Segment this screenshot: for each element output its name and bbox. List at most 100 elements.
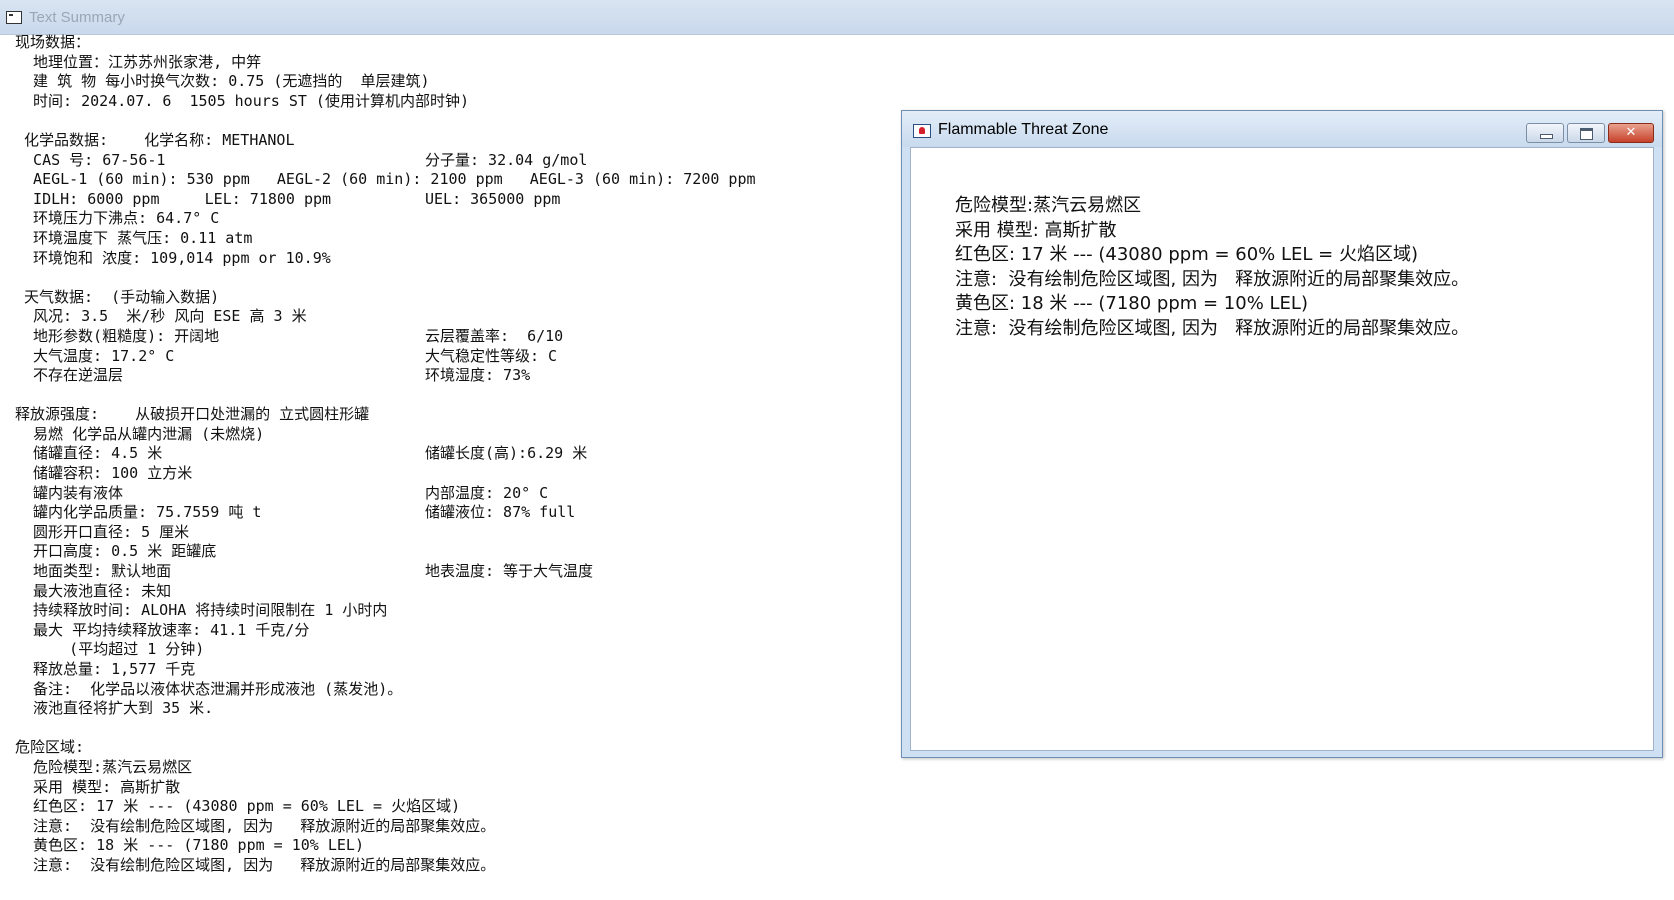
summary-line-text: 罐内装有液体 (15, 483, 124, 502)
text-summary-body: 现场数据： 地理位置：江苏苏州张家港, 中笄 建 筑 物 每小时换气次数: 0.… (15, 33, 895, 876)
summary-line-text: 储罐容积: 100 立方米 (15, 464, 193, 483)
summary-line: IDLH: 6000 ppm LEL: 71800 ppm UEL: 365000… (15, 190, 895, 210)
summary-line-text: 环境压力下沸点: 64.7° C (15, 209, 220, 228)
summary-line-col2: 储罐液位: 87% full (425, 503, 576, 522)
summary-line-col2: 地表温度: 等于大气温度 (425, 562, 594, 581)
summary-line-text: 危险区域: (15, 738, 85, 757)
summary-line: 环境饱和 浓度: 109,014 ppm or 10.9% (15, 249, 895, 269)
summary-line: 危险区域: (15, 738, 895, 758)
summary-line-col2: 云层覆盖率: 6/10 (425, 326, 564, 345)
summary-line-text: IDLH: 6000 ppm LEL: 71800 ppm (15, 189, 332, 208)
summary-line-text: 地面类型: 默认地面 (15, 562, 172, 581)
summary-line: 现场数据： (15, 33, 895, 53)
summary-line-text: 持续释放时间: ALOHA 将持续时间限制在 1 小时内 (15, 601, 388, 620)
app-icon (6, 11, 22, 24)
summary-line-text: 天气数据: (手动输入数据) (15, 287, 220, 306)
summary-line-text: 黄色区: 18 米 --- (7180 ppm = 10% LEL) (15, 836, 364, 855)
maximize-button[interactable] (1567, 123, 1605, 143)
summary-line: 地面类型: 默认地面 地表温度: 等于大气温度 (15, 562, 895, 582)
summary-line-col2: 分子量: 32.04 g/mol (425, 150, 588, 169)
summary-line-text: 地理位置：江苏苏州张家港, 中笄 (15, 52, 262, 71)
threat-zone-text: 危险模型:蒸汽云易燃区 采用 模型: 高斯扩散红色区: 17 米 --- (430… (955, 194, 1469, 341)
threat-zone-line: 红色区: 17 米 --- (43080 ppm = 60% LEL = 火焰区… (955, 244, 1418, 265)
threat-zone-line: 注意: 没有绘制危险区域图, 因为 释放源附近的局部聚集效应。 (955, 268, 1470, 290)
summary-line-col2: 储罐长度(高):6.29 米 (425, 444, 588, 463)
summary-line: (平均超过 1 分钟) (15, 640, 895, 660)
threat-window-title: Flammable Threat Zone (938, 121, 1109, 138)
summary-line-col2: UEL: 365000 ppm (425, 189, 561, 208)
summary-line-text: 最大 平均持续释放速率: 41.1 千克/分 (15, 620, 310, 639)
threat-zone-line: 注意: 没有绘制危险区域图, 因为 释放源附近的局部聚集效应。 (955, 317, 1470, 339)
title-bar[interactable]: Text Summary (0, 0, 1674, 35)
summary-line-text: CAS 号: 67-56-1 (15, 150, 166, 169)
threat-zone-line: 危险模型:蒸汽云易燃区 (955, 195, 1142, 216)
summary-line (15, 719, 895, 739)
summary-line: 最大液池直径: 未知 (15, 582, 895, 602)
summary-line (15, 386, 895, 406)
summary-line-text: 红色区: 17 米 --- (43080 ppm = 60% LEL = 火焰区… (15, 797, 461, 816)
summary-line-text: 易燃 化学品从罐内泄漏 (未燃烧) (15, 424, 265, 443)
window-title: Text Summary (29, 9, 125, 26)
summary-line-text: 环境温度下 蒸气压: 0.11 atm (15, 228, 253, 247)
summary-line: 黄色区: 18 米 --- (7180 ppm = 10% LEL) (15, 836, 895, 856)
summary-line: 时间: 2024.07. 6 1505 hours ST (使用计算机内部时钟) (15, 92, 895, 112)
summary-line: 环境压力下沸点: 64.7° C (15, 209, 895, 229)
summary-line-text: 采用 模型: 高斯扩散 (15, 777, 181, 796)
summary-line: CAS 号: 67-56-1 分子量: 32.04 g/mol (15, 151, 895, 171)
summary-line: 备注: 化学品以液体状态泄漏并形成液池 (蒸发池)。 (15, 680, 895, 700)
summary-line-col2: 大气稳定性等级: C (425, 346, 558, 365)
summary-line: 地形参数(粗糙度): 开阔地 云层覆盖率: 6/10 (15, 327, 895, 347)
summary-line: 圆形开口直径: 5 厘米 (15, 523, 895, 543)
summary-line-text: 释放源强度: 从破损开口处泄漏的 立式圆柱形罐 (15, 405, 370, 424)
summary-line-text: 风况: 3.5 米/秒 风向 ESE 高 3 米 (15, 307, 307, 326)
threat-window-title-bar[interactable]: Flammable Threat Zone (902, 111, 1662, 147)
summary-line-text: AEGL-1 (60 min): 530 ppm AEGL-2 (60 min)… (15, 170, 756, 189)
threat-zone-line: 黄色区: 18 米 --- (7180 ppm = 10% LEL) (955, 293, 1308, 314)
summary-line-text: 开口高度: 0.5 米 距罐底 (15, 542, 217, 561)
threat-window-icon (913, 124, 931, 138)
threat-window-content: 危险模型:蒸汽云易燃区 采用 模型: 高斯扩散红色区: 17 米 --- (430… (910, 147, 1654, 751)
summary-line: 开口高度: 0.5 米 距罐底 (15, 542, 895, 562)
summary-line: AEGL-1 (60 min): 530 ppm AEGL-2 (60 min)… (15, 170, 895, 190)
summary-line-text: 危险模型:蒸汽云易燃区 (15, 757, 193, 776)
summary-line-text: 圆形开口直径: 5 厘米 (15, 522, 190, 541)
threat-zone-line: 采用 模型: 高斯扩散 (955, 219, 1117, 241)
summary-line-text: 液池直径将扩大到 35 米. (15, 699, 214, 718)
summary-line: 释放源强度: 从破损开口处泄漏的 立式圆柱形罐 (15, 405, 895, 425)
summary-line-col2: 内部温度: 20° C (425, 483, 549, 502)
summary-line-text: 大气温度: 17.2° C (15, 346, 175, 365)
summary-line: 最大 平均持续释放速率: 41.1 千克/分 (15, 621, 895, 641)
summary-line-col2: 环境湿度: 73% (425, 366, 531, 385)
summary-line: 不存在逆温层 环境湿度: 73% (15, 366, 895, 386)
summary-line-text: 备注: 化学品以液体状态泄漏并形成液池 (蒸发池)。 (15, 679, 403, 698)
summary-line: 罐内装有液体 内部温度: 20° C (15, 484, 895, 504)
summary-line: 注意: 没有绘制危险区域图, 因为 释放源附近的局部聚集效应。 (15, 817, 895, 837)
summary-line-text: 罐内化学品质量: 75.7559 吨 t (15, 503, 262, 522)
summary-line: 罐内化学品质量: 75.7559 吨 t 储罐液位: 87% full (15, 503, 895, 523)
summary-line-text: 不存在逆温层 (15, 366, 124, 385)
summary-line (15, 268, 895, 288)
summary-line-text: 环境饱和 浓度: 109,014 ppm or 10.9% (15, 248, 331, 267)
summary-line-text: 注意: 没有绘制危险区域图, 因为 释放源附近的局部聚集效应。 (15, 816, 496, 835)
summary-line: 注意: 没有绘制危险区域图, 因为 释放源附近的局部聚集效应。 (15, 856, 895, 876)
summary-line-text: 最大液池直径: 未知 (15, 581, 172, 600)
summary-line-text: 现场数据： (15, 33, 91, 51)
summary-line (15, 111, 895, 131)
summary-line: 红色区: 17 米 --- (43080 ppm = 60% LEL = 火焰区… (15, 797, 895, 817)
summary-line: 持续释放时间: ALOHA 将持续时间限制在 1 小时内 (15, 601, 895, 621)
summary-line: 易燃 化学品从罐内泄漏 (未燃烧) (15, 425, 895, 445)
minimize-button[interactable] (1526, 123, 1564, 143)
summary-line: 储罐直径: 4.5 米 储罐长度(高):6.29 米 (15, 444, 895, 464)
summary-line: 天气数据: (手动输入数据) (15, 288, 895, 308)
summary-line: 环境温度下 蒸气压: 0.11 atm (15, 229, 895, 249)
summary-line-text: 地形参数(粗糙度): 开阔地 (15, 326, 220, 345)
close-button[interactable] (1608, 123, 1654, 143)
summary-line: 风况: 3.5 米/秒 风向 ESE 高 3 米 (15, 307, 895, 327)
flammable-threat-zone-window[interactable]: Flammable Threat Zone 危险模型:蒸汽云易燃区采用 模型: … (901, 110, 1663, 758)
summary-line-text: 化学品数据: 化学名称: METHANOL (15, 130, 295, 149)
summary-line: 大气温度: 17.2° C 大气稳定性等级: C (15, 347, 895, 367)
summary-line-text: 储罐直径: 4.5 米 (15, 444, 163, 463)
summary-line-text: 时间: 2024.07. 6 1505 hours ST (使用计算机内部时钟) (15, 91, 469, 110)
summary-line: 释放总量: 1,577 千克 (15, 660, 895, 680)
summary-line-text: 建 筑 物 每小时换气次数: 0.75 (无遮挡的 单层建筑) (15, 72, 430, 91)
